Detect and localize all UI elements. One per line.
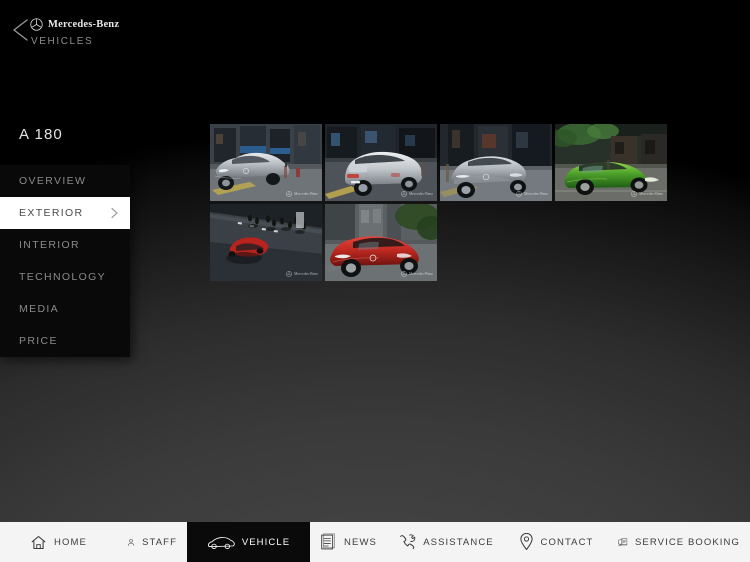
car-icon bbox=[207, 536, 235, 549]
mercedes-star-icon bbox=[30, 18, 43, 31]
nav-item-label: STAFF bbox=[142, 536, 177, 548]
nav-item-vehicle[interactable]: VEHICLE bbox=[187, 522, 310, 562]
nav-item-service-booking[interactable]: SERVICE BOOKING bbox=[608, 522, 750, 562]
bottom-navigation: HOME STAFF VEHICLE NEWS ASSISTANCE CONTA… bbox=[0, 522, 750, 562]
gallery-thumbnail[interactable]: Mercedes-Benz bbox=[210, 124, 322, 201]
watermark-text: Mercedes-Benz bbox=[294, 192, 318, 196]
app-header: Mercedes-Benz VEHICLES bbox=[0, 0, 750, 60]
sidebar-item-label: EXTERIOR bbox=[19, 207, 84, 219]
page-title: A 180 bbox=[19, 126, 63, 143]
mercedes-star-icon bbox=[516, 191, 523, 197]
watermark-text: Mercedes-Benz bbox=[639, 192, 663, 196]
thumbnail-image bbox=[210, 124, 322, 201]
truck-document-icon bbox=[618, 538, 628, 547]
gallery-thumbnail[interactable]: Mercedes-Benz bbox=[440, 124, 552, 201]
sidebar-item-overview[interactable]: OVERVIEW bbox=[0, 165, 130, 197]
watermark-text: Mercedes-Benz bbox=[409, 272, 433, 276]
mercedes-star-icon bbox=[401, 271, 408, 277]
nav-item-assistance[interactable]: ASSISTANCE bbox=[388, 522, 504, 562]
nav-item-label: SERVICE BOOKING bbox=[634, 536, 740, 548]
nav-item-label: VEHICLE bbox=[241, 536, 291, 548]
sidebar-item-exterior[interactable]: EXTERIOR bbox=[0, 197, 130, 229]
thumbnail-image bbox=[325, 124, 437, 201]
sidebar-menu: OVERVIEW EXTERIOR INTERIOR TECHNOLOGY ME… bbox=[0, 165, 130, 357]
sidebar-item-label: OVERVIEW bbox=[19, 175, 87, 187]
exterior-image-grid: Mercedes-Benz Mercedes-Benz Mercedes-Ben… bbox=[210, 124, 667, 281]
nav-item-staff[interactable]: STAFF bbox=[117, 522, 187, 562]
section-label: VEHICLES bbox=[31, 36, 94, 47]
sidebar-item-interior[interactable]: INTERIOR bbox=[0, 229, 130, 261]
gallery-thumbnail[interactable]: Mercedes-Benz bbox=[210, 204, 322, 281]
sidebar-item-technology[interactable]: TECHNOLOGY bbox=[0, 261, 130, 293]
gallery-thumbnail[interactable]: Mercedes-Benz bbox=[555, 124, 667, 201]
sidebar-item-media[interactable]: MEDIA bbox=[0, 293, 130, 325]
watermark-text: Mercedes-Benz bbox=[409, 192, 433, 196]
mercedes-star-icon bbox=[286, 191, 293, 197]
nav-item-home[interactable]: HOME bbox=[0, 522, 117, 562]
brand-block: Mercedes-Benz VEHICLES bbox=[30, 18, 119, 47]
gallery-thumbnail[interactable]: Mercedes-Benz bbox=[325, 124, 437, 201]
newspaper-icon bbox=[321, 533, 335, 550]
home-icon bbox=[31, 535, 46, 549]
thumbnail-image bbox=[555, 124, 667, 201]
sidebar-item-label: MEDIA bbox=[19, 303, 60, 315]
nav-item-label: CONTACT bbox=[540, 536, 594, 548]
chevron-left-icon bbox=[13, 19, 28, 41]
watermark-text: Mercedes-Benz bbox=[524, 192, 548, 196]
person-icon bbox=[127, 538, 135, 546]
mercedes-star-icon bbox=[286, 271, 293, 277]
sidebar-item-price[interactable]: PRICE bbox=[0, 325, 130, 357]
nav-item-label: NEWS bbox=[344, 536, 377, 548]
sidebar-item-label: TECHNOLOGY bbox=[19, 271, 107, 283]
thumbnail-image bbox=[210, 204, 322, 281]
watermark: Mercedes-Benz bbox=[286, 271, 318, 277]
watermark: Mercedes-Benz bbox=[516, 191, 548, 197]
brand-name: Mercedes-Benz bbox=[48, 19, 120, 30]
gallery-thumbnail[interactable]: Mercedes-Benz bbox=[325, 204, 437, 281]
mercedes-star-icon bbox=[401, 191, 408, 197]
nav-item-news[interactable]: NEWS bbox=[310, 522, 388, 562]
nav-item-label: ASSISTANCE bbox=[423, 536, 494, 548]
map-pin-icon bbox=[519, 533, 533, 551]
watermark: Mercedes-Benz bbox=[286, 191, 318, 197]
watermark-text: Mercedes-Benz bbox=[294, 272, 318, 276]
mercedes-star-icon bbox=[631, 191, 638, 197]
phone-wrench-icon bbox=[400, 534, 416, 550]
watermark: Mercedes-Benz bbox=[401, 271, 433, 277]
back-button[interactable] bbox=[10, 17, 32, 43]
nav-item-label: HOME bbox=[54, 536, 87, 548]
thumbnail-image bbox=[440, 124, 552, 201]
nav-item-contact[interactable]: CONTACT bbox=[504, 522, 608, 562]
sidebar-item-label: PRICE bbox=[19, 335, 58, 347]
app-root: Mercedes-Benz VEHICLES A 180 OVERVIEW EX… bbox=[0, 0, 750, 562]
sidebar-item-label: INTERIOR bbox=[19, 239, 80, 251]
thumbnail-image bbox=[325, 204, 437, 281]
watermark: Mercedes-Benz bbox=[401, 191, 433, 197]
chevron-right-icon bbox=[111, 207, 118, 219]
watermark: Mercedes-Benz bbox=[631, 191, 663, 197]
